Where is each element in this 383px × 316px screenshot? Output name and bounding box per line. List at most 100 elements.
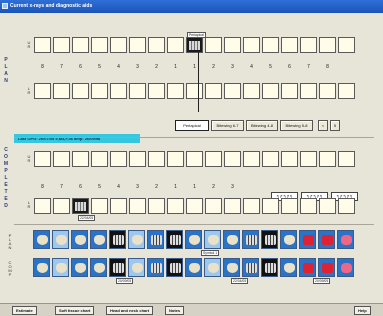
opg-xray-icon[interactable]	[109, 230, 126, 249]
tooth-slot[interactable]	[129, 151, 146, 167]
tooth-slot[interactable]	[186, 151, 203, 167]
tooth-slot[interactable]	[243, 151, 260, 167]
tooth-slot[interactable]	[34, 151, 51, 167]
bridge-icon[interactable]	[204, 230, 221, 249]
periapical-button[interactable]: Periapical	[175, 120, 209, 131]
gum-icon[interactable]	[337, 230, 354, 249]
tooth-slot[interactable]	[34, 83, 51, 99]
scan-icon[interactable]	[242, 230, 259, 249]
tooth-slot[interactable]	[110, 83, 127, 99]
tooth-slot[interactable]	[262, 151, 279, 167]
tooth-slot[interactable]	[300, 198, 317, 214]
tooth-slot[interactable]	[243, 198, 260, 214]
tooth-slot[interactable]	[129, 83, 146, 99]
tooth-slot[interactable]	[243, 37, 260, 53]
tooth-slot[interactable]	[205, 151, 222, 167]
tooth-slot[interactable]	[53, 151, 70, 167]
tooth-slot[interactable]	[205, 83, 222, 99]
tooth-slot[interactable]	[224, 151, 241, 167]
tooth-slot[interactable]	[110, 198, 127, 214]
arch-icon[interactable]	[71, 230, 88, 249]
tooth-slot[interactable]	[148, 151, 165, 167]
tooth-slot-xray[interactable]	[72, 198, 89, 214]
tooth-slot[interactable]	[148, 37, 165, 53]
scan-icon[interactable]	[242, 258, 259, 277]
tooth-slot[interactable]	[281, 198, 298, 214]
tooth-extraction-icon[interactable]	[52, 258, 69, 277]
referral-icon[interactable]	[318, 258, 335, 277]
tooth-slot[interactable]	[110, 37, 127, 53]
tooth-slot[interactable]	[300, 37, 317, 53]
tooth-slot[interactable]	[319, 198, 336, 214]
tooth-slot[interactable]	[129, 198, 146, 214]
tooth-slot[interactable]	[300, 83, 317, 99]
tooth-slot[interactable]	[224, 198, 241, 214]
tooth-slot[interactable]	[338, 151, 355, 167]
veneer-icon[interactable]	[223, 230, 240, 249]
camera-icon[interactable]	[299, 258, 316, 277]
tooth-slot[interactable]	[129, 37, 146, 53]
tooth-slot[interactable]	[281, 151, 298, 167]
root-canal-icon[interactable]	[280, 230, 297, 249]
previous-page-button[interactable]: <	[318, 120, 328, 131]
implant-icon[interactable]	[128, 230, 145, 249]
tooth-slot[interactable]	[72, 37, 89, 53]
page-number-button[interactable]: 5	[330, 120, 340, 131]
gum-icon[interactable]	[337, 258, 354, 277]
tooth-slot[interactable]	[91, 83, 108, 99]
filling-icon[interactable]	[90, 258, 107, 277]
bitewing-5-8-button[interactable]: Bitewing 5-8	[280, 120, 313, 131]
camera-icon[interactable]	[299, 230, 316, 249]
implant-icon[interactable]	[128, 258, 145, 277]
denture-icon[interactable]	[185, 258, 202, 277]
tooth-slot[interactable]	[224, 37, 241, 53]
tooth-slot[interactable]	[34, 198, 51, 214]
tooth-slot[interactable]	[205, 37, 222, 53]
tooth-slot[interactable]	[319, 83, 336, 99]
tooth-slot[interactable]	[319, 37, 336, 53]
denture-icon[interactable]	[185, 230, 202, 249]
tooth-slot[interactable]	[300, 151, 317, 167]
bitewing-6-7-button[interactable]: Bitewing 6-7	[211, 120, 244, 131]
tooth-slot[interactable]	[167, 198, 184, 214]
crown-icon[interactable]	[33, 258, 50, 277]
ceph-xray-icon[interactable]	[261, 230, 278, 249]
tooth-slot[interactable]	[72, 83, 89, 99]
crown-icon[interactable]	[33, 230, 50, 249]
help-button[interactable]: Help	[354, 306, 371, 315]
opg-xray-icon[interactable]	[109, 258, 126, 277]
tooth-slot[interactable]	[72, 151, 89, 167]
tooth-slot[interactable]	[91, 37, 108, 53]
bridge-icon[interactable]	[204, 258, 221, 277]
tooth-slot[interactable]	[53, 83, 70, 99]
tooth-extraction-icon[interactable]	[52, 230, 69, 249]
tooth-slot[interactable]	[53, 37, 70, 53]
filling-icon[interactable]	[90, 230, 107, 249]
tooth-slot[interactable]	[243, 83, 260, 99]
tooth-slot[interactable]	[262, 37, 279, 53]
tooth-slot[interactable]	[110, 151, 127, 167]
tooth-slot[interactable]	[281, 83, 298, 99]
veneer-icon[interactable]	[223, 258, 240, 277]
soft-tissue-chart-button[interactable]: Soft tissue chart	[55, 306, 95, 315]
tooth-slot[interactable]	[91, 198, 108, 214]
tooth-slot[interactable]	[224, 83, 241, 99]
tooth-slot[interactable]	[34, 37, 51, 53]
referral-icon[interactable]	[318, 230, 335, 249]
tooth-slot[interactable]	[53, 198, 70, 214]
tooth-slot[interactable]	[319, 151, 336, 167]
tooth-slot[interactable]	[186, 83, 203, 99]
notes-button[interactable]: Notes	[165, 306, 185, 315]
tooth-slot[interactable]	[91, 151, 108, 167]
bitewing-xray-icon[interactable]	[147, 230, 164, 249]
tooth-slot[interactable]	[281, 37, 298, 53]
tooth-slot[interactable]	[338, 83, 355, 99]
periapical-xray-icon[interactable]	[166, 258, 183, 277]
head-neck-chart-button[interactable]: Head and neck chart	[106, 306, 154, 315]
periapical-xray-icon[interactable]	[166, 230, 183, 249]
tooth-slot[interactable]	[167, 37, 184, 53]
tooth-slot[interactable]	[338, 37, 355, 53]
tooth-slot-xray[interactable]	[186, 37, 203, 53]
tooth-slot[interactable]	[148, 198, 165, 214]
tooth-slot[interactable]	[205, 198, 222, 214]
